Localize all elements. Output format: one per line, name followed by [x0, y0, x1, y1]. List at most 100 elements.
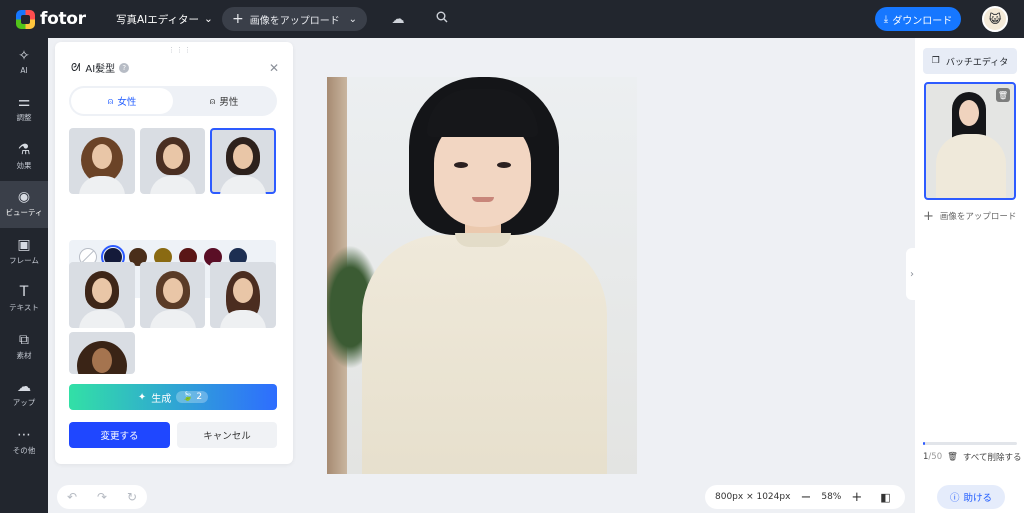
top-bar: fotor 写真AIエディター ⌄ + 画像をアップロード ⌄ ☁ [0, 0, 1024, 38]
sliders-icon: ⚌ [17, 94, 31, 111]
hairstyle-option[interactable] [139, 128, 206, 194]
panel-title: AI髪型 [85, 64, 116, 75]
right-panel: ❐ バッチエディタ 🗑 + 画像をアップロード 1/50 🗑 すべて削除する ⓘ… [915, 38, 1024, 513]
fotor-logo-icon [16, 9, 35, 29]
compare-icon[interactable]: ◧ [880, 491, 890, 504]
hairstyle-option[interactable] [69, 332, 135, 374]
zoom-controls: 800px × 1024px − 58% + ◧ [705, 485, 905, 509]
close-icon[interactable]: ✕ [269, 61, 279, 75]
plus-icon: + [232, 11, 244, 27]
zoom-in-icon[interactable]: + [851, 490, 862, 505]
sidebar-item-frame[interactable]: ▣ フレーム [0, 228, 48, 276]
left-sidebar: ✧ AI ⚌ 調整 ⚗ 効果 ◉ ビューティ ▣ フレーム T テキスト ⧉ 素… [0, 38, 48, 513]
cancel-button[interactable]: キャンセル [177, 422, 277, 448]
download-button[interactable]: ⤓ ダウンロード [875, 7, 961, 31]
zoom-out-icon[interactable]: − [800, 490, 811, 505]
panel-header: ᘛ AI髪型 ? ✕ [71, 60, 279, 76]
sidebar-item-label: アップ [12, 398, 36, 408]
canvas-size-readout: 800px × 1024px [715, 492, 791, 502]
shapes-icon: ⧉ [19, 331, 29, 348]
more-icon: ⋯ [17, 426, 31, 443]
sidebar-item-label: 素材 [16, 350, 32, 360]
generate-label: 生成 [151, 393, 172, 405]
sidebar-item-effects[interactable]: ⚗ 効果 [0, 133, 48, 181]
fotor-logo[interactable]: fotor [16, 9, 106, 29]
avatar[interactable]: 😺 [982, 6, 1008, 32]
trash-icon[interactable]: 🗑 [947, 452, 958, 462]
eye-icon: ◉ [17, 189, 31, 206]
apply-button[interactable]: 変更する [69, 422, 170, 448]
tab-label: 男性 [219, 97, 239, 108]
magic-wand-icon: ✦ [137, 391, 147, 403]
sidebar-item-more[interactable]: ⋯ その他 [0, 418, 48, 466]
sidebar-item-ai[interactable]: ✧ AI [0, 38, 48, 86]
editor-mode-dropdown[interactable]: 写真AIエディター ⌄ [116, 12, 216, 27]
plus-icon: + [923, 209, 934, 225]
generate-button[interactable]: ✦ 生成 🍃 2 [69, 384, 277, 410]
ai-hairstyle-panel: ⋮⋮⋮ ᘛ AI髪型 ? ✕ ⍝ 女性 ⍝ 男性 ✦ 生成 🍃 2 変更する キ… [55, 42, 293, 464]
drag-handle-icon[interactable]: ⋮⋮⋮ [168, 46, 192, 54]
batch-editor-label: バッチエディタ [945, 57, 1009, 68]
sidebar-item-label: 効果 [16, 160, 32, 170]
credit-count: 2 [196, 392, 203, 402]
leaf-icon: 🍃 [182, 392, 194, 402]
image-count-row: 1/50 🗑 すべて削除する [923, 451, 1023, 463]
help-label: 助ける [963, 493, 993, 504]
add-image-label: 画像をアップロード [939, 211, 1017, 222]
search-icon[interactable] [429, 11, 455, 27]
undo-icon[interactable]: ↶ [67, 490, 77, 504]
sidebar-item-upload[interactable]: ☁ アップ [0, 371, 48, 419]
hairstyle-option-selected[interactable] [210, 128, 277, 194]
sidebar-item-label: その他 [12, 445, 36, 455]
hairstyle-option[interactable] [69, 262, 135, 328]
zoom-level: 58% [821, 492, 842, 502]
sidebar-item-adjust[interactable]: ⚌ 調整 [0, 86, 48, 134]
chevron-right-icon: › [910, 268, 914, 280]
reset-icon[interactable]: ↻ [127, 490, 137, 504]
batch-editor-button[interactable]: ❐ バッチエディタ [923, 48, 1017, 74]
hairstyle-option[interactable] [210, 262, 277, 328]
download-label: ダウンロード [892, 15, 953, 27]
help-circle-icon: ⓘ [949, 493, 960, 504]
cloud-icon[interactable]: ☁ [385, 12, 411, 27]
redo-icon[interactable]: ↷ [97, 490, 107, 504]
hairstyle-option[interactable] [69, 128, 135, 194]
image-thumbnail-selected[interactable]: 🗑 [924, 82, 1016, 200]
person-icon: ⍝ [209, 95, 216, 107]
hairstyle-grid-row [69, 128, 277, 194]
logo-text: fotor [40, 9, 86, 29]
trash-icon[interactable]: 🗑 [996, 88, 1010, 102]
sidebar-item-text[interactable]: T テキスト [0, 276, 48, 324]
history-controls: ↶ ↷ ↻ [57, 485, 147, 509]
help-button[interactable]: ⓘ 助ける [937, 485, 1005, 509]
hairstyle-grid-row [69, 332, 276, 374]
sidebar-item-label: ビューティ [5, 208, 43, 218]
progress-fill [923, 442, 925, 445]
credit-badge: 🍃 2 [176, 391, 209, 403]
tab-male[interactable]: ⍝ 男性 [173, 88, 275, 114]
add-image-button[interactable]: + 画像をアップロード [923, 204, 1017, 230]
chevron-down-icon: ⌄ [348, 13, 357, 25]
gender-toggle: ⍝ 女性 ⍝ 男性 [69, 86, 277, 116]
help-icon[interactable]: ? [119, 62, 130, 73]
hairstyle-icon: ᘛ [71, 60, 81, 74]
layers-icon: ❐ [931, 56, 940, 66]
editor-mode-label: 写真AIエディター [116, 13, 200, 26]
sidebar-item-label: フレーム [9, 255, 39, 265]
canvas-image[interactable] [327, 77, 637, 474]
tab-label: 女性 [117, 97, 137, 108]
upload-image-button[interactable]: + 画像をアップロード ⌄ [222, 7, 367, 31]
sidebar-item-elements[interactable]: ⧉ 素材 [0, 323, 48, 371]
sidebar-item-label: AI [20, 65, 28, 75]
chevron-down-icon: ⌄ [204, 13, 213, 25]
tab-female[interactable]: ⍝ 女性 [71, 88, 173, 114]
delete-all-button[interactable]: すべて削除する [963, 451, 1022, 463]
text-icon: T [19, 284, 29, 301]
image-count-total: /50 [928, 452, 943, 462]
flask-icon: ⚗ [17, 141, 31, 158]
sidebar-item-label: 調整 [16, 113, 32, 123]
hairstyle-option[interactable] [139, 262, 206, 328]
sidebar-item-beauty[interactable]: ◉ ビューティ [0, 180, 48, 228]
hairstyle-grid-row [69, 262, 277, 328]
cloud-upload-icon: ☁ [17, 379, 31, 396]
